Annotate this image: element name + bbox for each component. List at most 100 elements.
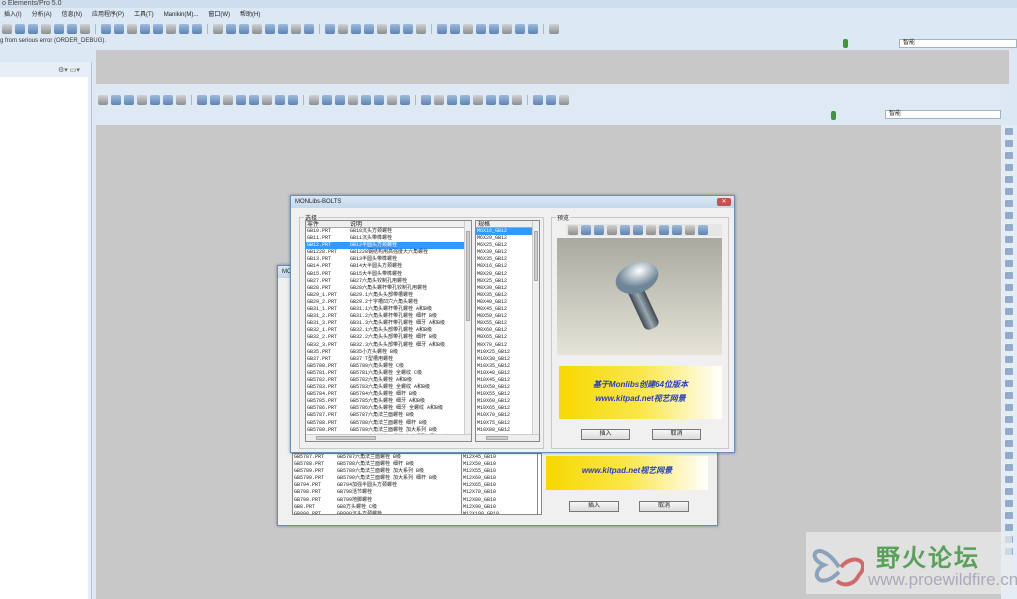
toolbar-tool-icon[interactable]: [335, 95, 345, 105]
toolbar-tool-icon[interactable]: [559, 95, 569, 105]
parts-hscrollbar[interactable]: [306, 434, 471, 441]
feature-tool-icon[interactable]: [1005, 404, 1013, 411]
spec-row[interactable]: M10X75_GB12: [476, 420, 539, 427]
toolbar-tool-icon[interactable]: [15, 24, 25, 34]
toolbar-tool-icon[interactable]: [473, 95, 483, 105]
bg-cancel-button[interactable]: 取消: [639, 501, 689, 512]
bg-spec-list[interactable]: M12X45_GB10 M12X50_GB10 M12X55_GB10 M12X60_…: [461, 453, 538, 515]
feature-tool-icon[interactable]: [1005, 440, 1013, 447]
toolbar-tool-icon[interactable]: [607, 225, 617, 235]
spec-vscrollbar[interactable]: [532, 221, 539, 434]
toolbar-tool-icon[interactable]: [124, 95, 134, 105]
spec-row[interactable]: M8X25_GB12: [476, 278, 539, 285]
spec-row[interactable]: M10X55_GB12: [476, 391, 539, 398]
spec-row[interactable]: M10X80_GB12: [476, 427, 539, 434]
toolbar-tool-icon[interactable]: [28, 24, 38, 34]
spec-row[interactable]: M10X60_GB12: [476, 398, 539, 405]
toolbar-tool-icon[interactable]: [197, 95, 207, 105]
spec-hscrollbar[interactable]: [476, 434, 539, 441]
toolbar-tool-icon[interactable]: [262, 95, 272, 105]
spec-row[interactable]: M6X16_GB12: [476, 228, 539, 236]
spec-row[interactable]: M10X70_GB12: [476, 412, 539, 419]
menu-tools[interactable]: 工具(T): [134, 10, 154, 21]
toolbar-tool-icon[interactable]: [223, 95, 233, 105]
toolbar-tool-icon[interactable]: [633, 225, 643, 235]
spec-row[interactable]: M8X65_GB12: [476, 334, 539, 341]
toolbar-tool-icon[interactable]: [288, 95, 298, 105]
part-row[interactable]: GB37.PRT GB37 T型槽用螺栓: [306, 356, 471, 363]
toolbar-tool-icon[interactable]: [239, 24, 249, 34]
feature-tool-icon[interactable]: [1005, 476, 1013, 483]
spec-row[interactable]: M12X70_GB10: [462, 489, 537, 496]
part-row[interactable]: GB15.PRT GB15大半圆头带榫螺栓: [306, 271, 471, 278]
toolbar-tool-icon[interactable]: [137, 95, 147, 105]
toolbar-tool-icon[interactable]: [101, 24, 111, 34]
toolbar-tool-icon[interactable]: [338, 24, 348, 34]
toolbar-tool-icon[interactable]: [377, 24, 387, 34]
spec-row[interactable]: M10X40_GB12: [476, 370, 539, 377]
toolbar-tool-icon[interactable]: [374, 95, 384, 105]
feature-tool-icon[interactable]: [1005, 464, 1013, 471]
feature-tool-icon[interactable]: [1005, 380, 1013, 387]
toolbar-tool-icon[interactable]: [153, 24, 163, 34]
toolbar-tool-icon[interactable]: [646, 225, 656, 235]
menu-window[interactable]: 窗口(W): [208, 10, 230, 21]
toolbar-tool-icon[interactable]: [249, 95, 259, 105]
toolbar-tool-icon[interactable]: [351, 24, 361, 34]
toolbar-tool-icon[interactable]: [278, 24, 288, 34]
toolbar-tool-icon[interactable]: [437, 24, 447, 34]
part-row[interactable]: GB5782.PRT GB5782六角头螺栓 A和B级: [306, 377, 471, 384]
toolbar-tool-icon[interactable]: [450, 24, 460, 34]
feature-tool-icon[interactable]: [1005, 344, 1013, 351]
feature-tool-icon[interactable]: [1005, 524, 1013, 531]
parts-vscrollbar[interactable]: [464, 221, 471, 434]
toolbar-tool-icon[interactable]: [192, 24, 202, 34]
feature-tool-icon[interactable]: [1005, 488, 1013, 495]
toolbar-tool-icon[interactable]: [325, 24, 335, 34]
toolbar-tool-icon[interactable]: [364, 24, 374, 34]
part-row[interactable]: GB32_3.PRT GB32.3六角头头部带孔螺栓 细牙 A和B级: [306, 342, 471, 349]
feature-tool-icon[interactable]: [1005, 200, 1013, 207]
feature-tool-icon[interactable]: [1005, 320, 1013, 327]
feature-tool-icon[interactable]: [1005, 452, 1013, 459]
feature-tool-icon[interactable]: [1005, 152, 1013, 159]
spec-row[interactable]: M12X100_GB10: [462, 511, 537, 514]
toolbar-tool-icon[interactable]: [672, 225, 682, 235]
spec-row[interactable]: M8X45_GB12: [476, 306, 539, 313]
part-row[interactable]: GB28.PRT GB28六角头螺杆带孔铰制孔用螺栓: [306, 285, 471, 292]
feature-tool-icon[interactable]: [1005, 296, 1013, 303]
spec-row[interactable]: M10X45_GB12: [476, 377, 539, 384]
col-part-header[interactable]: 零件: [306, 221, 350, 228]
spec-row[interactable]: M8X55_GB12: [476, 320, 539, 327]
part-row[interactable]: GB29_1.PRT GB29.1六角头头部带槽螺栓: [306, 292, 471, 299]
feature-tool-icon[interactable]: [1005, 356, 1013, 363]
toolbar-tool-icon[interactable]: [549, 24, 559, 34]
toolbar-tool-icon[interactable]: [54, 24, 64, 34]
feature-tool-icon[interactable]: [1005, 176, 1013, 183]
toolbar-tool-icon[interactable]: [434, 95, 444, 105]
feature-tool-icon[interactable]: [1005, 332, 1013, 339]
toolbar-tool-icon[interactable]: [309, 95, 319, 105]
toolbar-tool-icon[interactable]: [568, 225, 578, 235]
spec-row[interactable]: M12X80_GB10: [462, 497, 537, 504]
toolbar-tool-icon[interactable]: [2, 24, 12, 34]
close-button[interactable]: ✕: [717, 198, 731, 206]
smart-filter[interactable]: 智能: [899, 39, 1017, 48]
spec-row[interactable]: M6X20_GB12: [476, 235, 539, 242]
insert-button[interactable]: 插入: [581, 429, 630, 440]
spec-row[interactable]: M12X55_GB10: [462, 468, 537, 475]
toolbar-tool-icon[interactable]: [361, 95, 371, 105]
spec-row[interactable]: M8X50_GB12: [476, 313, 539, 320]
spec-row[interactable]: M12X50_GB10: [462, 461, 537, 468]
feature-tool-icon[interactable]: [1005, 140, 1013, 147]
toolbar-tool-icon[interactable]: [226, 24, 236, 34]
feature-tool-icon[interactable]: [1005, 188, 1013, 195]
toolbar-tool-icon[interactable]: [502, 24, 512, 34]
toolbar-tool-icon[interactable]: [528, 24, 538, 34]
toolbar-tool-icon[interactable]: [659, 225, 669, 235]
toolbar-tool-icon[interactable]: [512, 95, 522, 105]
toolbar-tool-icon[interactable]: [80, 24, 90, 34]
toolbar-tool-icon[interactable]: [179, 24, 189, 34]
parts-list[interactable]: 零件 说明 GB10.PRT GB10沉头方颈螺栓 GB11.PRT GB11沉头带榫螺…: [305, 220, 472, 442]
spec-row[interactable]: M8X30_GB12: [476, 285, 539, 292]
